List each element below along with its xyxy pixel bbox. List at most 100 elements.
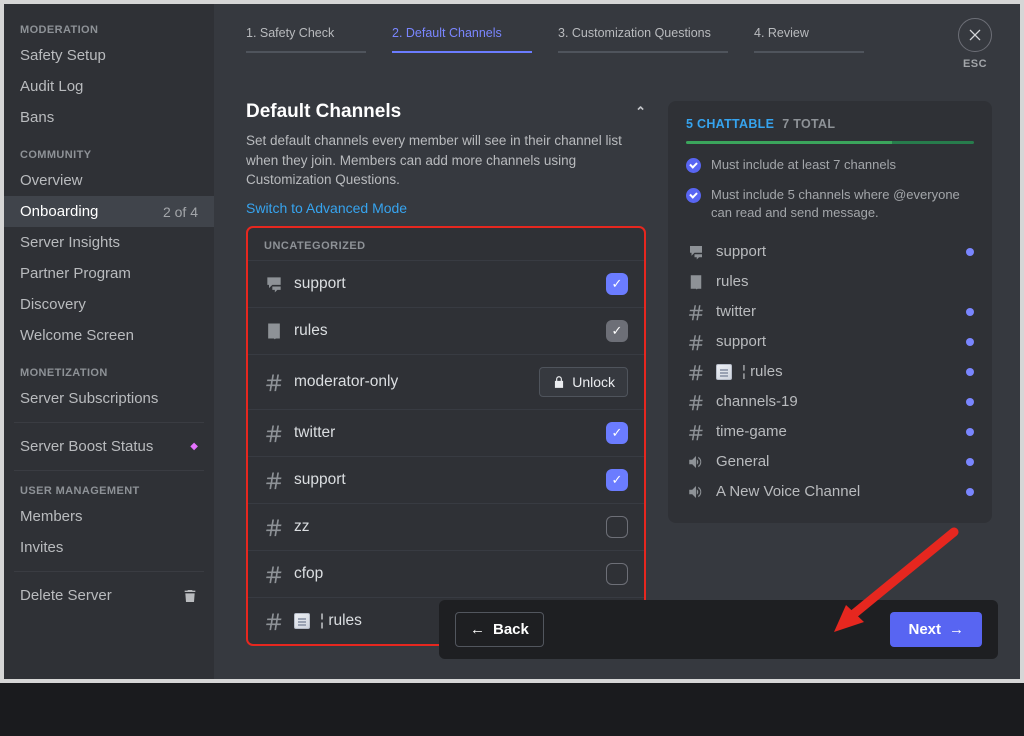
status-dot xyxy=(966,338,974,346)
sidebar-group-monetization: MONETIZATION xyxy=(4,361,214,383)
hash-icon xyxy=(686,393,706,411)
sidebar-item-bans[interactable]: Bans xyxy=(4,102,214,133)
sidebar-item-onboarding[interactable]: Onboarding 2 of 4 xyxy=(4,196,214,227)
sidebar-item-invites[interactable]: Invites xyxy=(4,532,214,563)
requirement-row: Must include 5 channels where @everyone … xyxy=(686,186,974,222)
voice-icon xyxy=(686,453,706,471)
summary-column: 5 CHATTABLE7 TOTAL Must include at least… xyxy=(668,101,992,646)
doc-emoji-icon xyxy=(716,364,732,380)
sidebar-item-overview[interactable]: Overview xyxy=(4,165,214,196)
sidebar-group-community: COMMUNITY xyxy=(4,143,214,165)
channel-row: zz xyxy=(248,503,644,550)
summary-row: support xyxy=(686,327,974,357)
rules-icon xyxy=(264,321,284,341)
sidebar-item-members[interactable]: Members xyxy=(4,501,214,532)
close-icon xyxy=(967,27,983,43)
summary-card: 5 CHATTABLE7 TOTAL Must include at least… xyxy=(668,101,992,523)
sidebar-item-discovery[interactable]: Discovery xyxy=(4,289,214,320)
close-button[interactable] xyxy=(958,18,992,52)
chevron-up-icon[interactable]: ⌃ xyxy=(635,104,646,120)
hash-icon xyxy=(264,423,284,443)
summary-row: General xyxy=(686,447,974,477)
channel-checkbox[interactable]: ✓ xyxy=(606,469,628,491)
status-dot xyxy=(966,248,974,256)
sidebar-item-server-insights[interactable]: Server Insights xyxy=(4,227,214,258)
status-dot xyxy=(966,458,974,466)
step-review[interactable]: 4. Review xyxy=(754,26,864,53)
status-dot xyxy=(966,368,974,376)
sidebar-item-safety-setup[interactable]: Safety Setup xyxy=(4,40,214,71)
status-dot xyxy=(966,308,974,316)
status-dot xyxy=(966,488,974,496)
channel-row: twitter ✓ xyxy=(248,409,644,456)
requirement-row: Must include at least 7 channels xyxy=(686,156,974,174)
sidebar-item-server-boost[interactable]: Server Boost Status ◆ xyxy=(4,431,214,462)
channel-panel: UNCATEGORIZED support ✓ rules ✓ moderato… xyxy=(246,226,646,646)
sidebar-item-partner-program[interactable]: Partner Program xyxy=(4,258,214,289)
channel-checkbox[interactable] xyxy=(606,516,628,538)
main-area: ESC 1. Safety Check 2. Default Channels … xyxy=(214,4,1020,679)
check-circle-icon xyxy=(686,188,701,203)
hash-icon xyxy=(264,372,284,392)
trash-icon xyxy=(182,588,198,604)
channel-checkbox[interactable]: ✓ xyxy=(606,273,628,295)
unlock-button[interactable]: Unlock xyxy=(539,367,628,397)
channel-row: support ✓ xyxy=(248,260,644,307)
thread-icon xyxy=(264,274,284,294)
hash-icon xyxy=(686,423,706,441)
summary-row: rules xyxy=(686,267,974,297)
summary-row: A New Voice Channel xyxy=(686,477,974,507)
footer-bar: ←Back Next→ xyxy=(439,600,998,659)
summary-row: twitter xyxy=(686,297,974,327)
next-button[interactable]: Next→ xyxy=(890,612,982,647)
summary-list: support rules twitter support ¦ rules ch… xyxy=(686,237,974,507)
page-subtitle: Set default channels every member will s… xyxy=(246,131,646,190)
panel-category: UNCATEGORIZED xyxy=(248,228,644,260)
sidebar-item-delete-server[interactable]: Delete Server xyxy=(4,580,214,611)
hash-icon xyxy=(264,564,284,584)
sidebar-item-server-subscriptions[interactable]: Server Subscriptions xyxy=(4,383,214,414)
left-column: Default Channels ⌃ Set default channels … xyxy=(246,101,646,646)
channel-row: support ✓ xyxy=(248,456,644,503)
status-dot xyxy=(966,398,974,406)
hash-icon xyxy=(264,611,284,631)
hash-icon xyxy=(264,470,284,490)
thread-icon xyxy=(686,243,706,261)
channel-row: moderator-only Unlock xyxy=(248,354,644,409)
summary-heading: 5 CHATTABLE7 TOTAL xyxy=(686,117,974,131)
boost-gem-icon: ◆ xyxy=(190,441,198,452)
hash-icon xyxy=(686,303,706,321)
channel-row: cfop xyxy=(248,550,644,597)
hash-icon xyxy=(686,363,706,381)
step-default-channels[interactable]: 2. Default Channels xyxy=(392,26,532,53)
stepper: 1. Safety Check 2. Default Channels 3. C… xyxy=(214,4,1020,53)
back-button[interactable]: ←Back xyxy=(455,612,544,647)
lock-icon xyxy=(552,375,566,389)
arrow-left-icon: ← xyxy=(470,621,485,638)
summary-row: support xyxy=(686,237,974,267)
channel-checkbox[interactable]: ✓ xyxy=(606,320,628,342)
doc-emoji-icon xyxy=(294,613,310,629)
hash-icon xyxy=(686,333,706,351)
switch-advanced-link[interactable]: Switch to Advanced Mode xyxy=(246,200,646,216)
arrow-right-icon: → xyxy=(949,621,964,638)
summary-row: channels-19 xyxy=(686,387,974,417)
sidebar-item-audit-log[interactable]: Audit Log xyxy=(4,71,214,102)
step-safety-check[interactable]: 1. Safety Check xyxy=(246,26,366,53)
sidebar-group-moderation: MODERATION xyxy=(4,18,214,40)
summary-row: time-game xyxy=(686,417,974,447)
progress-bar xyxy=(686,141,974,144)
channel-checkbox[interactable]: ✓ xyxy=(606,422,628,444)
onboarding-step-badge: 2 of 4 xyxy=(163,204,198,220)
voice-icon xyxy=(686,483,706,501)
status-dot xyxy=(966,428,974,436)
hash-icon xyxy=(264,517,284,537)
sidebar-item-welcome-screen[interactable]: Welcome Screen xyxy=(4,320,214,351)
channel-checkbox[interactable] xyxy=(606,563,628,585)
summary-row: ¦ rules xyxy=(686,357,974,387)
step-customization-questions[interactable]: 3. Customization Questions xyxy=(558,26,728,53)
check-circle-icon xyxy=(686,158,701,173)
channel-row: rules ✓ xyxy=(248,307,644,354)
sidebar-nav: MODERATION Safety Setup Audit Log Bans C… xyxy=(4,4,214,679)
close-label: ESC xyxy=(958,58,992,70)
